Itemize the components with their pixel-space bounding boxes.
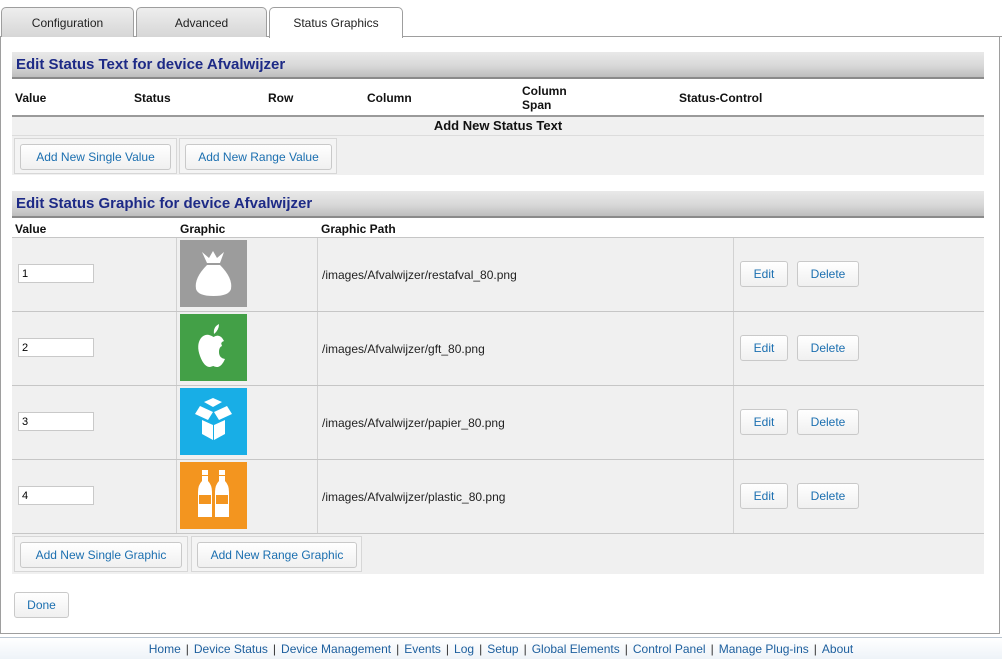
footer-link-home[interactable]: Home [149, 642, 181, 656]
footer-link-device-management[interactable]: Device Management [281, 642, 391, 656]
apple-icon [180, 314, 247, 381]
add-new-single-value-button[interactable]: Add New Single Value [20, 144, 171, 170]
separator: | [813, 642, 817, 656]
delete-button[interactable]: Delete [797, 483, 859, 509]
delete-button[interactable]: Delete [797, 335, 859, 361]
separator: | [396, 642, 400, 656]
separator: | [445, 642, 450, 656]
open-box-icon [180, 388, 247, 455]
footer-link-events[interactable]: Events [404, 642, 441, 656]
button-cell: Add New Range Graphic [191, 536, 362, 572]
column-header-value: Value [15, 222, 47, 236]
graphic-path-text: /images/Afvalwijzer/plastic_80.png [322, 489, 506, 504]
edit-button[interactable]: Edit [740, 483, 788, 509]
column-header-row: Row [268, 91, 294, 105]
status-text-section-title: Edit Status Text for device Afvalwijzer [12, 52, 984, 79]
footer-link-device-status[interactable]: Device Status [194, 642, 268, 656]
delete-button[interactable]: Delete [797, 261, 859, 287]
add-new-status-text-label: Add New Status Text [12, 115, 984, 135]
status-text-button-row: Add New Single Value Add New Range Value [12, 135, 984, 175]
trash-bag-icon [180, 240, 247, 307]
separator: | [479, 642, 483, 656]
button-cell: Add New Range Value [179, 138, 337, 174]
graphic-path-text: /images/Afvalwijzer/gft_80.png [322, 341, 485, 356]
table-row: /images/Afvalwijzer/gft_80.png Edit Dele… [12, 311, 984, 385]
button-cell: Add New Single Graphic [14, 536, 188, 572]
table-row: /images/Afvalwijzer/plastic_80.png Edit … [12, 459, 984, 533]
tab-status-graphics[interactable]: Status Graphics [269, 7, 403, 38]
column-header-status: Status [134, 91, 171, 105]
separator: | [624, 642, 628, 656]
column-header-column-span: Column Span [522, 84, 567, 112]
add-new-range-graphic-button[interactable]: Add New Range Graphic [197, 542, 357, 568]
done-button[interactable]: Done [14, 592, 69, 618]
edit-button[interactable]: Edit [740, 409, 788, 435]
status-graphic-column-headers: Value Graphic Graphic Path [12, 222, 984, 238]
footer-link-control-panel[interactable]: Control Panel [633, 642, 706, 656]
footer-link-setup[interactable]: Setup [487, 642, 518, 656]
footer-link-log[interactable]: Log [454, 642, 474, 656]
table-row: /images/Afvalwijzer/restafval_80.png Edi… [12, 237, 984, 311]
value-input[interactable] [18, 338, 94, 357]
status-graphic-button-row: Add New Single Graphic Add New Range Gra… [12, 533, 984, 574]
bottles-icon [180, 462, 247, 529]
graphic-path-text: /images/Afvalwijzer/papier_80.png [322, 415, 505, 430]
edit-button[interactable]: Edit [740, 335, 788, 361]
tab-bar: Configuration Advanced Status Graphics [0, 0, 1002, 38]
footer-link-global-elements[interactable]: Global Elements [532, 642, 620, 656]
value-input[interactable] [18, 264, 94, 283]
separator: | [185, 642, 189, 656]
delete-button[interactable]: Delete [797, 409, 859, 435]
footer-nav: Home | Device Status | Device Management | Eve… [0, 637, 1002, 659]
column-header-column: Column [367, 91, 412, 105]
status-graphic-section-title: Edit Status Graphic for device Afvalwijz… [12, 191, 984, 218]
value-input[interactable] [18, 486, 94, 505]
column-header-status-control: Status-Control [679, 91, 763, 105]
value-input[interactable] [18, 412, 94, 431]
status-text-column-headers: Value Status Row Column Column Span Stat… [12, 84, 984, 115]
separator: | [710, 642, 714, 656]
graphic-path-text: /images/Afvalwijzer/restafval_80.png [322, 267, 517, 282]
column-header-graphic-path: Graphic Path [321, 222, 396, 236]
table-row: /images/Afvalwijzer/papier_80.png Edit D… [12, 385, 984, 459]
footer-link-about[interactable]: About [822, 642, 853, 656]
add-new-range-value-button[interactable]: Add New Range Value [185, 144, 332, 170]
separator: | [523, 642, 527, 656]
column-header-graphic: Graphic [180, 222, 226, 236]
column-header-value: Value [15, 91, 47, 105]
button-cell: Add New Single Value [14, 138, 177, 174]
edit-button[interactable]: Edit [740, 261, 788, 287]
tab-configuration[interactable]: Configuration [1, 7, 134, 37]
tab-advanced[interactable]: Advanced [136, 7, 267, 37]
footer-link-manage-plug-ins[interactable]: Manage Plug-ins [719, 642, 809, 656]
separator: | [272, 642, 277, 656]
add-new-single-graphic-button[interactable]: Add New Single Graphic [20, 542, 182, 568]
